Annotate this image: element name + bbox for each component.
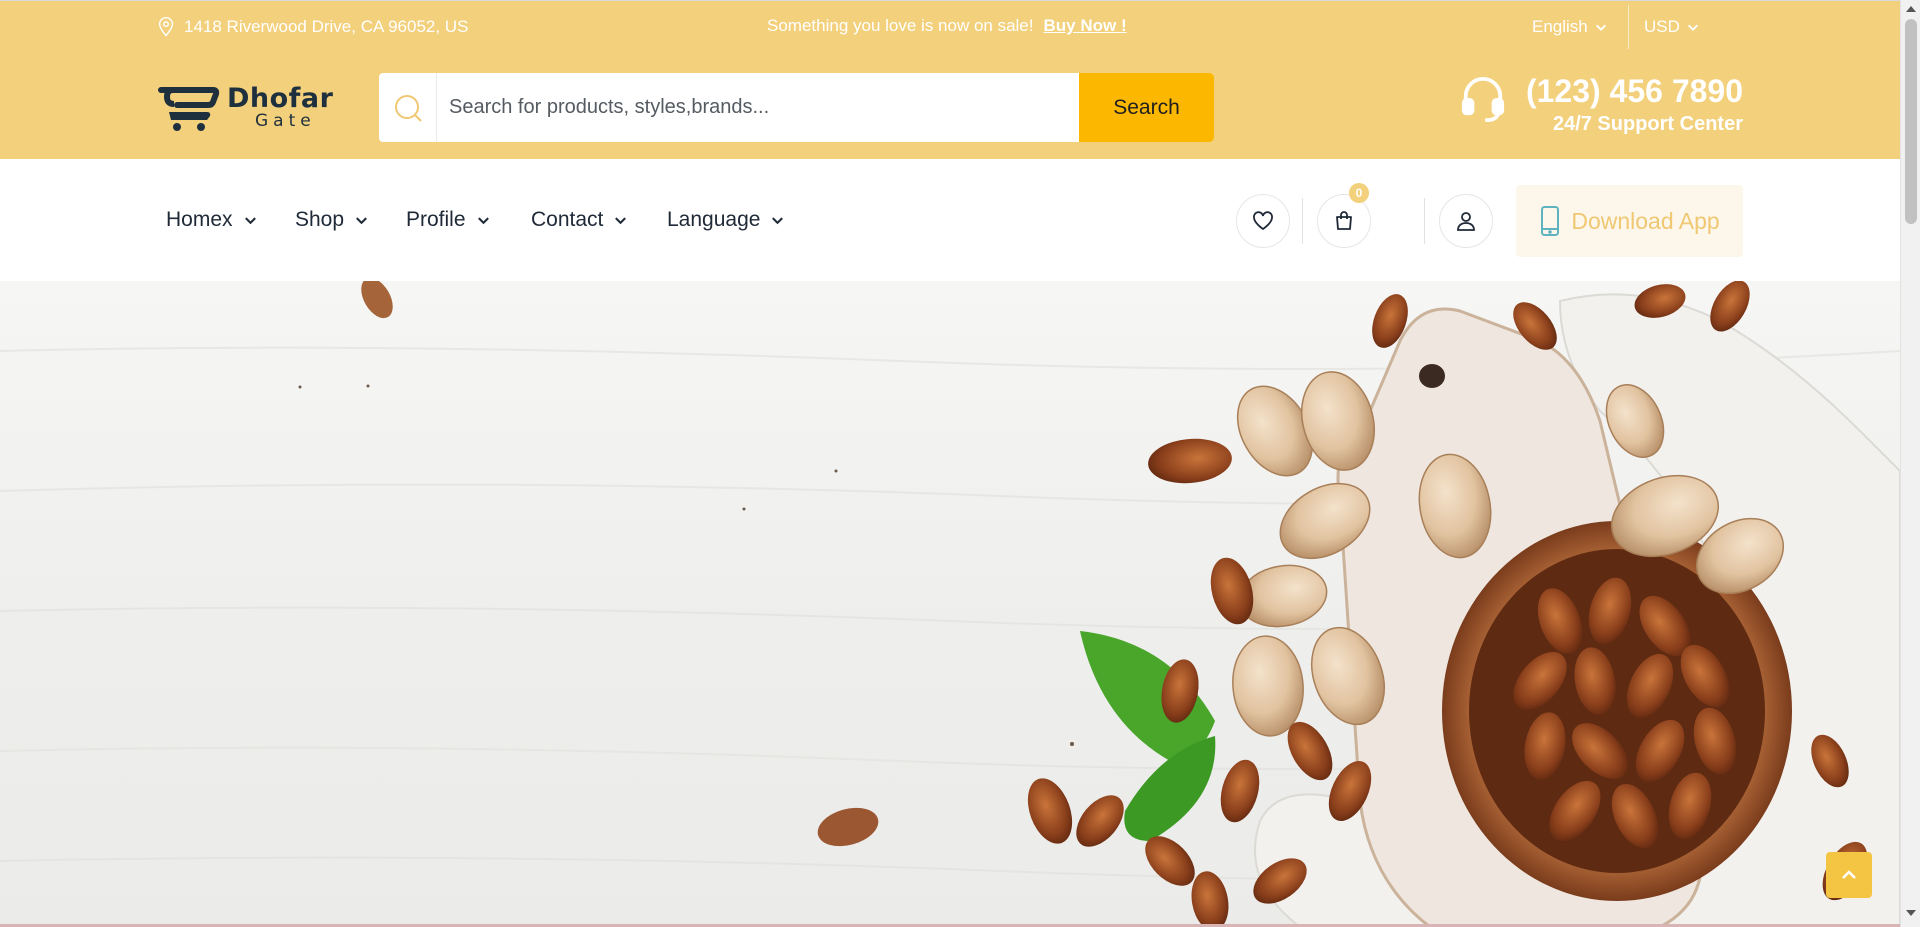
hero-banner xyxy=(0,281,1900,927)
back-to-top-button[interactable] xyxy=(1826,852,1872,898)
nav-item-label: Language xyxy=(667,208,761,231)
chevron-down-icon xyxy=(772,216,784,224)
search-icon xyxy=(394,94,422,122)
address-text: 1418 Riverwood Drive, CA 96052, US xyxy=(184,17,469,36)
scroll-down-arrow[interactable] xyxy=(1906,910,1916,916)
brand-name: Dhofar xyxy=(227,82,334,114)
language-selector[interactable]: English xyxy=(1532,17,1608,37)
store-address: 1418 Riverwood Drive, CA 96052, US xyxy=(157,17,468,37)
mobile-phone-icon xyxy=(1541,206,1560,236)
promo-text: Something you love is now on sale! xyxy=(767,16,1034,35)
headset-icon xyxy=(1461,76,1505,123)
nav-item-contact[interactable]: Contact xyxy=(531,208,628,232)
nav-item-label: Contact xyxy=(531,208,604,231)
cart-count-badge: 0 xyxy=(1349,183,1369,203)
chevron-down-icon xyxy=(244,216,256,224)
vertical-scrollbar[interactable] xyxy=(1900,0,1920,927)
logo-text: Dhofar Gate xyxy=(227,85,333,130)
user-icon xyxy=(1457,212,1475,231)
scrollbar-thumb[interactable] xyxy=(1905,19,1917,224)
currency-selector[interactable]: USD xyxy=(1644,17,1700,37)
divider xyxy=(1302,198,1303,244)
nav-item-label: Shop xyxy=(295,208,345,231)
language-value: English xyxy=(1532,17,1588,36)
nav-item-label: Homex xyxy=(166,208,233,231)
chevron-down-icon xyxy=(1687,24,1698,31)
nav-item-label: Profile xyxy=(406,208,466,231)
chevron-down-icon xyxy=(1595,24,1606,31)
search-bar: Search xyxy=(379,73,1214,142)
nav-item-language[interactable]: Language xyxy=(667,208,785,232)
buy-now-link[interactable]: Buy Now ! xyxy=(1044,16,1127,36)
wishlist-button[interactable] xyxy=(1236,194,1290,248)
site-logo[interactable]: Dhofar Gate xyxy=(155,81,347,133)
chevron-down-icon xyxy=(477,216,489,224)
download-app-label: Download App xyxy=(1571,207,1720,234)
chevron-up-icon xyxy=(1842,870,1856,879)
search-icon-wrap xyxy=(379,73,437,142)
currency-value: USD xyxy=(1644,17,1680,36)
nav-item-homex[interactable]: Homex xyxy=(166,208,258,232)
shopping-bag-icon xyxy=(1336,211,1352,230)
support-phone[interactable]: (123) 456 7890 xyxy=(1526,73,1743,110)
brand-tagline: Gate xyxy=(255,110,316,131)
main-navigation: Homex Shop Profile Contact Language 0 Do… xyxy=(0,159,1900,281)
promo-banner: Something you love is now on sale! Buy N… xyxy=(767,16,1127,36)
chevron-down-icon xyxy=(615,216,627,224)
top-header: 1418 Riverwood Drive, CA 96052, US Somet… xyxy=(0,0,1900,159)
support-contact: (123) 456 7890 24/7 Support Center xyxy=(1460,73,1743,141)
hero-nuts-image xyxy=(0,281,1900,927)
heart-icon xyxy=(1253,211,1273,231)
search-input[interactable] xyxy=(437,73,1079,142)
divider xyxy=(1628,5,1629,49)
support-label: 24/7 Support Center xyxy=(1552,113,1743,135)
location-pin-icon xyxy=(158,17,174,37)
scroll-up-arrow[interactable] xyxy=(1906,6,1916,12)
nav-item-profile[interactable]: Profile xyxy=(406,208,491,232)
download-app-button[interactable]: Download App xyxy=(1516,185,1743,257)
search-button[interactable]: Search xyxy=(1079,73,1214,142)
divider xyxy=(1424,198,1425,244)
cart-logo-icon xyxy=(158,87,220,131)
nav-item-shop[interactable]: Shop xyxy=(295,208,369,232)
chevron-down-icon xyxy=(356,216,367,224)
account-button[interactable] xyxy=(1439,194,1493,248)
